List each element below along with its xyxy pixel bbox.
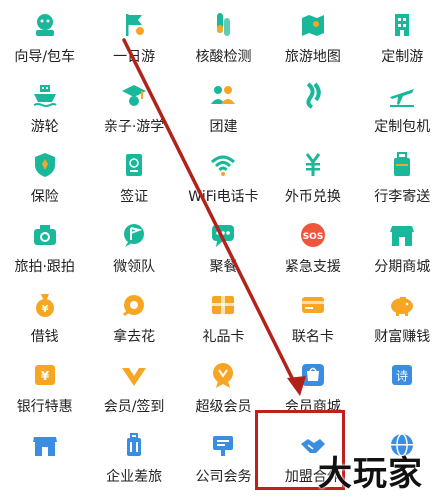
service-item-label: 一日游 (113, 49, 156, 65)
ship-icon (30, 80, 60, 110)
bank-card-icon: ¥ (30, 360, 60, 390)
service-item-label: 拿去花 (113, 329, 156, 345)
service-item-label: 超级会员 (195, 399, 252, 415)
service-item[interactable]: 定制游 (358, 6, 447, 76)
service-item-label: 银行特惠 (16, 399, 73, 415)
luggage-icon (387, 150, 417, 180)
service-item[interactable]: 核酸检测 (179, 6, 268, 76)
poem-icon: 诗 (387, 360, 417, 390)
camera-icon (30, 220, 60, 250)
service-item[interactable]: 拿去花 (89, 286, 178, 356)
service-item-label: 定制包机 (374, 119, 431, 135)
service-item-label: 会员/签到 (103, 399, 165, 415)
chat-flag-icon (119, 220, 149, 250)
shop-icon (387, 220, 417, 250)
team-icon (208, 80, 238, 110)
piggy-bank-icon (387, 290, 417, 320)
service-item[interactable] (268, 76, 357, 146)
super-vip-icon (208, 360, 238, 390)
service-item-label: 签证 (120, 189, 149, 205)
map-icon (298, 10, 328, 40)
service-item-label: 公司会务 (195, 469, 252, 485)
service-item[interactable]: 行李寄送 (358, 146, 447, 216)
service-item[interactable]: 外币兑换 (268, 146, 357, 216)
service-item-label: 游轮 (30, 119, 59, 135)
service-item-label: 外币兑换 (284, 189, 341, 205)
service-item-label: 旅拍·跟拍 (14, 259, 75, 275)
service-item[interactable]: 团建 (179, 76, 268, 146)
service-item[interactable]: 聚餐 (179, 216, 268, 286)
svg-text:诗: 诗 (396, 369, 408, 383)
service-item[interactable]: 旅游地图 (268, 6, 357, 76)
service-item-label: 亲子·游学 (103, 119, 165, 135)
money-bag-icon: ¥ (30, 290, 60, 320)
flower-icon (119, 290, 149, 320)
service-item-label: 团建 (209, 119, 238, 135)
svg-text:¥: ¥ (41, 369, 50, 383)
service-item[interactable]: 诗 (358, 356, 447, 426)
service-item[interactable]: 分期商城 (358, 216, 447, 286)
service-item[interactable] (0, 426, 89, 496)
service-item-label: 定制游 (381, 49, 424, 65)
service-item-label: 企业差旅 (106, 469, 163, 485)
service-item[interactable]: WiFi电话卡 (179, 146, 268, 216)
service-item[interactable]: 向导/包车 (0, 6, 89, 76)
leaf-icon (298, 80, 328, 110)
service-item[interactable]: 保险 (0, 146, 89, 216)
svg-text:¥: ¥ (41, 304, 48, 315)
card-icon (298, 290, 328, 320)
service-item-label: 紧急支援 (284, 259, 341, 275)
service-item[interactable]: 定制包机 (358, 76, 447, 146)
parent-child-icon (119, 80, 149, 110)
service-item-label: 保险 (30, 189, 59, 205)
service-grid: 向导/包车 一日游 核酸检测 旅游地图 定制游游轮 亲子·游学 团建 定制包机保险 签证 WiFi… (0, 0, 447, 504)
service-item-label: 借钱 (30, 329, 59, 345)
service-item[interactable]: 企业差旅 (89, 426, 178, 496)
service-item-label: 旅游地图 (284, 49, 341, 65)
gift-card-icon (208, 290, 238, 320)
service-item[interactable]: 签证 (89, 146, 178, 216)
plane-icon (387, 80, 417, 110)
flag-icon (119, 10, 149, 40)
building-icon (387, 10, 417, 40)
passport-icon (119, 150, 149, 180)
service-item[interactable]: 会员/签到 (89, 356, 178, 426)
service-item[interactable]: 游轮 (0, 76, 89, 146)
service-item[interactable]: 一日游 (89, 6, 178, 76)
watermark: 大玩家 (318, 454, 423, 494)
service-item[interactable]: 亲子·游学 (89, 76, 178, 146)
store-icon (30, 430, 60, 460)
service-item-label: 联名卡 (291, 329, 334, 345)
service-item[interactable]: 旅拍·跟拍 (0, 216, 89, 286)
service-item-label: 向导/包车 (14, 49, 76, 65)
service-item[interactable]: 联名卡 (268, 286, 357, 356)
chat-icon (208, 220, 238, 250)
sos-icon: SOS (298, 220, 328, 250)
service-item[interactable]: 微领队 (89, 216, 178, 286)
service-item-label: 分期商城 (374, 259, 431, 275)
service-item-label: 聚餐 (209, 259, 238, 275)
business-icon (208, 430, 238, 460)
service-item[interactable]: ¥ 银行特惠 (0, 356, 89, 426)
service-item[interactable]: SOS 紧急支援 (268, 216, 357, 286)
service-item-label: 礼品卡 (202, 329, 245, 345)
service-item[interactable]: 财富赚钱 (358, 286, 447, 356)
svg-text:SOS: SOS (303, 232, 324, 242)
test-tube-icon (208, 10, 238, 40)
guide-car-icon (30, 10, 60, 40)
shield-icon (30, 150, 60, 180)
service-item[interactable]: ¥ 借钱 (0, 286, 89, 356)
mall-icon (298, 360, 328, 390)
service-item[interactable]: 礼品卡 (179, 286, 268, 356)
service-item-label: 核酸检测 (195, 49, 252, 65)
currency-icon (298, 150, 328, 180)
wifi-icon (208, 150, 238, 180)
suitcase-icon (119, 430, 149, 460)
service-item-label: 微领队 (113, 259, 156, 275)
service-item-label: WiFi电话卡 (188, 189, 259, 205)
service-item-label: 财富赚钱 (374, 329, 431, 345)
service-item-label: 行李寄送 (374, 189, 431, 205)
vip-icon (119, 360, 149, 390)
